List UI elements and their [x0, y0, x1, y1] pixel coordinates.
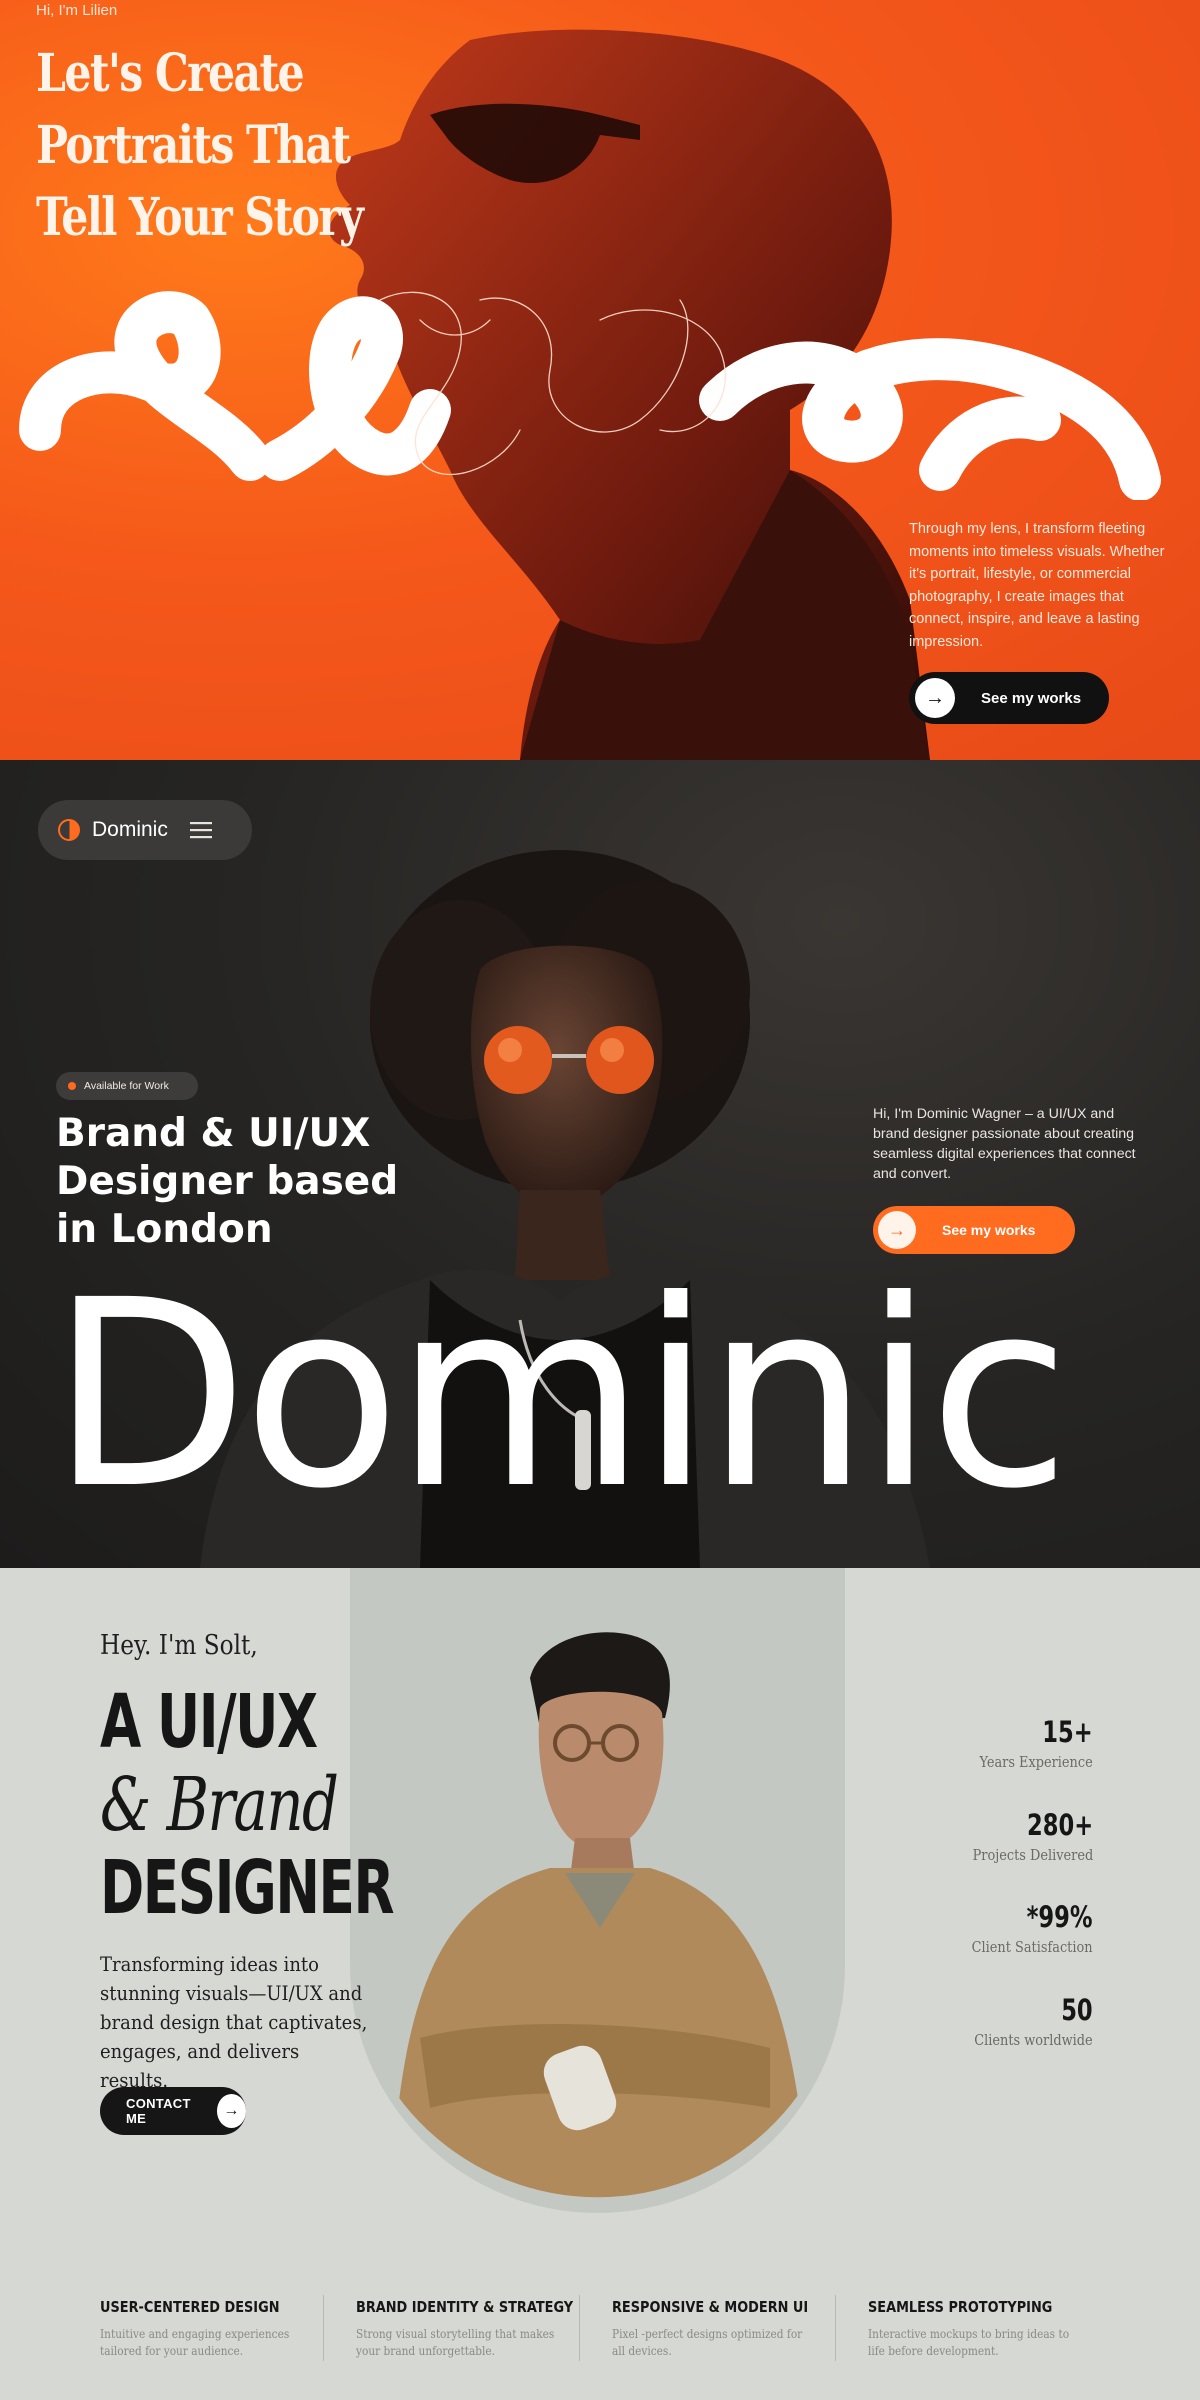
stat-item: 280+ Projects Delivered: [953, 1808, 1093, 1864]
availability-badge: Available for Work: [56, 1072, 198, 1100]
divider: [579, 2295, 580, 2361]
title-line-2: & Brand: [100, 1762, 339, 1848]
title-line-3: DESIGNER: [100, 1845, 394, 1931]
hero-headline: Brand & UI/UX Designer based in London: [56, 1111, 399, 1252]
stat-item: *99% Client Satisfaction: [952, 1900, 1093, 1956]
stat-value: *99%: [1027, 1900, 1093, 1934]
see-works-button[interactable]: → See my works: [909, 672, 1109, 724]
arrow-right-icon: →: [915, 678, 955, 718]
feature-text: Pixel -perfect designs optimized for all…: [612, 2327, 803, 2358]
hero-description: Transforming ideas into stunning visuals…: [100, 1952, 368, 2092]
stat-value: 280+: [1026, 1808, 1093, 1842]
divider: [323, 2295, 324, 2361]
hero-headline: Let's Create Portraits That Tell Your St…: [36, 38, 364, 254]
big-name-display: Dominic: [50, 1245, 1071, 1545]
feature-title: BRAND IDENTITY & STRATEGY: [356, 2298, 574, 2316]
stat-value: 50: [1061, 1993, 1093, 2027]
feature-item: RESPONSIVE & MODERN UI Pixel -perfect de…: [612, 2298, 852, 2360]
status-dot-icon: [68, 1082, 76, 1090]
feature-item: BRAND IDENTITY & STRATEGY Strong visual …: [356, 2298, 596, 2360]
lilien-script-logo: [19, 291, 1161, 500]
stat-label: Client Satisfaction: [972, 1938, 1093, 1956]
stat-value: 15+: [1042, 1715, 1093, 1749]
stat-label: Years Experience: [979, 1753, 1093, 1771]
feature-text: Strong visual storytelling that makes yo…: [356, 2327, 555, 2358]
title-line-1: A UI/UX: [100, 1679, 318, 1765]
stat-item: 15+ Years Experience: [961, 1715, 1093, 1771]
dominic-hero: Dominic Available for Work Brand & UI/UX…: [0, 760, 1200, 1568]
feature-title: SEAMLESS PROTOTYPING: [868, 2298, 1053, 2316]
contact-me-label: CONTACT ME: [126, 2096, 191, 2126]
headline-line: Tell Your Story: [36, 187, 364, 248]
feature-text: Intuitive and engaging experiences tailo…: [100, 2327, 290, 2358]
feature-item: SEAMLESS PROTOTYPING Interactive mockups…: [868, 2298, 1108, 2360]
feature-text: Interactive mockups to bring ideas to li…: [868, 2327, 1070, 2358]
hero-description: Through my lens, I transform fleeting mo…: [909, 521, 1165, 650]
hero-description: Hi, I'm Dominic Wagner – a UI/UX and bra…: [873, 1106, 1136, 1182]
feature-item: USER-CENTERED DESIGN Intuitive and engag…: [100, 2298, 340, 2360]
greeting-text: Hi, I'm Lilien: [36, 2, 118, 19]
nav-brand-name: Dominic: [92, 818, 168, 841]
portrait-photo-solt: [390, 1632, 810, 2198]
logo-icon: [58, 819, 80, 841]
availability-label: Available for Work: [84, 1080, 169, 1092]
stat-label: Clients worldwide: [974, 2031, 1093, 2049]
contact-me-button[interactable]: CONTACT ME →: [100, 2087, 246, 2135]
feature-title: RESPONSIVE & MODERN UI: [612, 2298, 809, 2316]
hamburger-menu-icon[interactable]: [189, 821, 212, 839]
arrow-right-icon: →: [216, 2094, 246, 2128]
divider: [835, 2295, 836, 2361]
stat-label: Projects Delivered: [972, 1846, 1093, 1864]
headline-line: Portraits That: [36, 115, 351, 176]
stat-item: 50 Clients worldwide: [955, 1993, 1093, 2049]
arrow-right-icon: →: [878, 1211, 916, 1249]
solt-hero: Hey. I'm Solt, A UI/UX & Brand DESIGNER …: [0, 1568, 1200, 2400]
feature-title: USER-CENTERED DESIGN: [100, 2298, 280, 2316]
see-works-label: See my works: [981, 689, 1082, 707]
headline-line: Let's Create: [36, 43, 305, 104]
greeting-text: Hey. I'm Solt,: [100, 1630, 258, 1661]
lilien-hero: Hi, I'm Lilien Let's Create Portraits Th…: [0, 0, 1200, 760]
nav-pill[interactable]: Dominic: [38, 800, 252, 860]
see-works-label: See my works: [942, 1222, 1036, 1238]
